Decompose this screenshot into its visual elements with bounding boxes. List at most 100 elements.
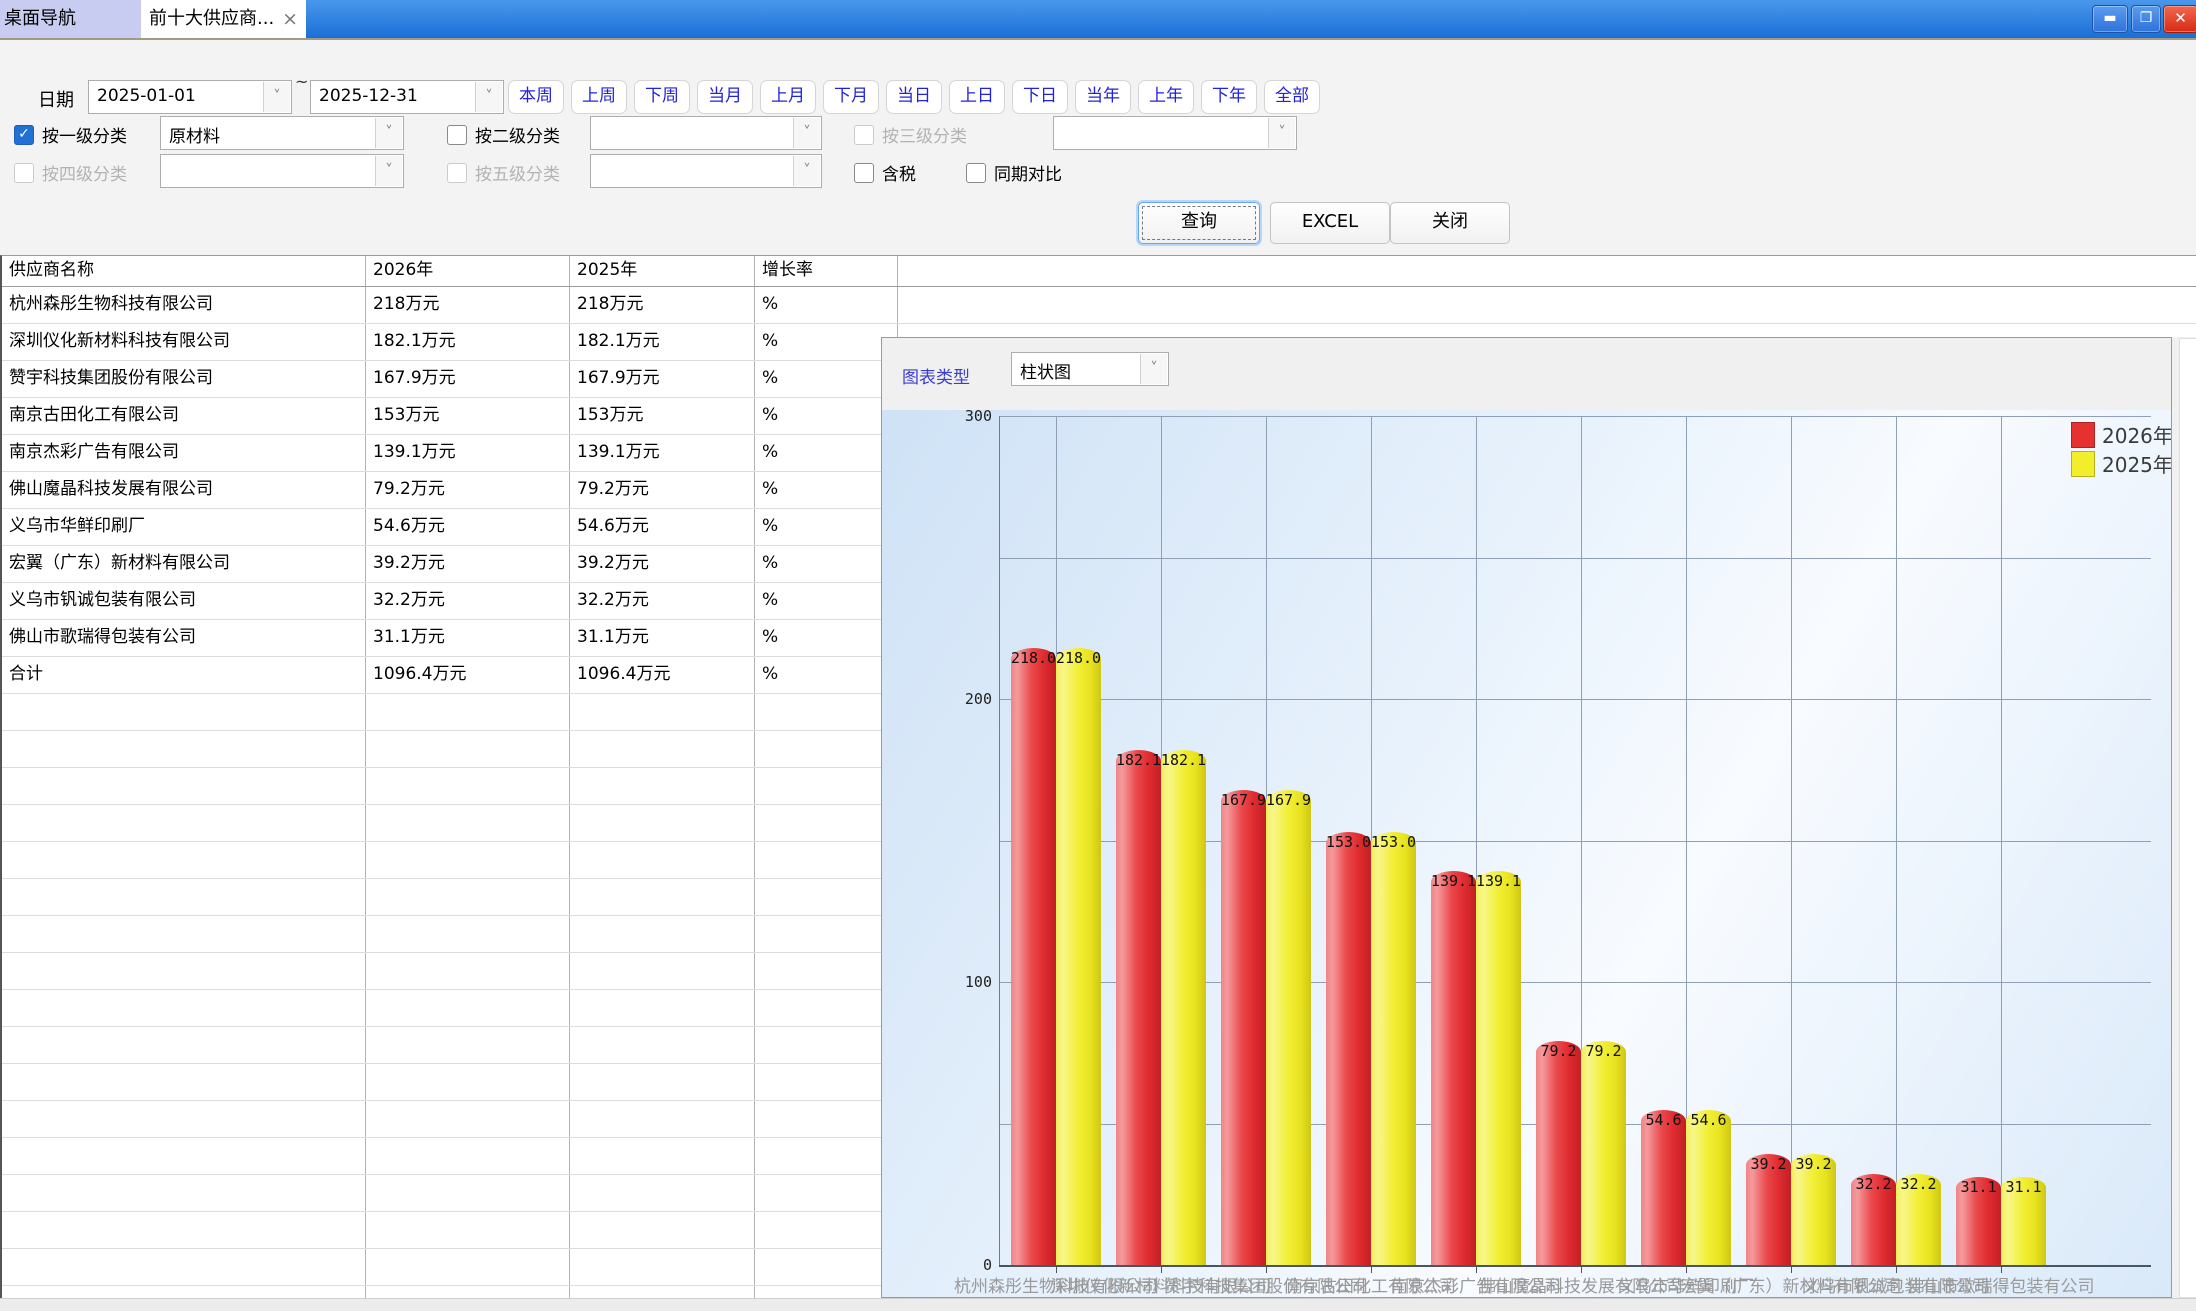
category-checkbox[interactable]: 按二级分类 [447, 122, 560, 147]
checkbox-icon[interactable] [447, 125, 467, 145]
date-from-select[interactable]: 2025-01-01 ˅ [88, 80, 292, 114]
bar-2026年 [1011, 648, 1056, 1265]
chart-type-label: 图表类型 [902, 363, 970, 388]
bar-2025年 [1476, 871, 1521, 1265]
compare-checkbox-label: 同期对比 [994, 160, 1062, 185]
col-header-supplier[interactable]: 供应商名称 [2, 256, 366, 286]
quick-range-button[interactable]: 下年 [1201, 80, 1257, 114]
date-label: 日期 [38, 86, 74, 112]
checkbox-icon[interactable] [854, 163, 874, 183]
category-select[interactable]: 原材料˅ [160, 116, 404, 150]
quick-range-button[interactable]: 本周 [508, 80, 564, 114]
quick-range-button[interactable]: 当日 [886, 80, 942, 114]
category-select[interactable]: ˅ [1053, 116, 1297, 150]
category-checkbox-label: 按三级分类 [882, 122, 967, 147]
table-cell [755, 916, 898, 952]
table-cell: 54.6万元 [570, 509, 755, 545]
close-report-button[interactable]: 关闭 [1390, 202, 1510, 244]
compare-checkbox[interactable]: 同期对比 [966, 160, 1062, 185]
bar-value-label: 31.1 [1992, 1178, 2056, 1196]
category-select[interactable]: ˅ [590, 154, 822, 188]
close-window-button[interactable]: ✕ [2163, 5, 2196, 33]
table-cell: 79.2万元 [366, 472, 570, 508]
chevron-down-icon[interactable]: ˅ [375, 156, 402, 186]
table-cell: 218万元 [366, 287, 570, 323]
checkbox-icon [854, 125, 874, 145]
vertical-scrollbar-thumb[interactable] [2179, 338, 2196, 1298]
query-button[interactable]: 查询 [1138, 202, 1260, 244]
col-header-2026[interactable]: 2026年 [366, 256, 570, 286]
y-axis-tick-label: 200 [922, 690, 992, 708]
col-header-2025[interactable]: 2025年 [570, 256, 755, 286]
tab-close-icon[interactable]: × [282, 0, 298, 38]
table-cell [2, 1027, 366, 1063]
table-cell: % [755, 361, 898, 397]
table-row[interactable]: 杭州森彤生物科技有限公司218万元218万元% [2, 287, 2196, 324]
table-cell: 153万元 [366, 398, 570, 434]
chevron-down-icon[interactable]: ˅ [793, 118, 820, 148]
tab-top-suppliers[interactable]: 前十大供应商... × [141, 0, 306, 38]
excel-export-button[interactable]: EXCEL [1270, 202, 1390, 244]
date-to-select[interactable]: 2025-12-31 ˅ [310, 80, 504, 114]
tax-checkbox[interactable]: 含税 [854, 160, 916, 185]
chart-type-select[interactable]: 柱状图 ˅ [1011, 352, 1169, 386]
chevron-down-icon[interactable]: ˅ [263, 82, 290, 112]
table-cell [755, 694, 898, 730]
table-cell [2, 990, 366, 1026]
table-cell: 79.2万元 [570, 472, 755, 508]
legend-label: 2026年 [2102, 420, 2171, 449]
quick-range-button[interactable]: 当年 [1075, 80, 1131, 114]
table-cell [570, 953, 755, 989]
title-bar: 桌面导航 前十大供应商... × ▬ ❐ ✕ [0, 0, 2196, 40]
table-cell: 义乌市钒诚包装有限公司 [2, 583, 366, 619]
vertical-scrollbar[interactable] [2172, 337, 2196, 1298]
quick-range-button[interactable]: 当月 [697, 80, 753, 114]
bar-value-label: 54.6 [1677, 1111, 1741, 1129]
table-cell: 167.9万元 [366, 361, 570, 397]
quick-range-button[interactable]: 下月 [823, 80, 879, 114]
category-checkbox: 按四级分类 [14, 160, 127, 185]
chevron-down-icon[interactable]: ˅ [475, 82, 502, 112]
table-cell: 139.1万元 [570, 435, 755, 471]
chevron-down-icon[interactable]: ˅ [375, 118, 402, 148]
chevron-down-icon[interactable]: ˅ [793, 156, 820, 186]
table-cell [570, 842, 755, 878]
quick-range-button[interactable]: 上年 [1138, 80, 1194, 114]
category-checkbox[interactable]: ✓按一级分类 [14, 122, 127, 147]
tab-desktop-nav[interactable]: 桌面导航 [0, 0, 145, 38]
category-checkbox: 按三级分类 [854, 122, 967, 147]
table-cell: 39.2万元 [570, 546, 755, 582]
minimize-button[interactable]: ▬ [2092, 5, 2128, 33]
quick-range-button[interactable]: 下日 [1012, 80, 1068, 114]
bar-value-label: 39.2 [1782, 1155, 1846, 1173]
legend-item: 2025年 [2071, 449, 2171, 478]
quick-range-button[interactable]: 上周 [571, 80, 627, 114]
maximize-button[interactable]: ❐ [2131, 5, 2161, 33]
checkbox-icon[interactable]: ✓ [14, 125, 34, 145]
table-cell: % [755, 657, 898, 693]
table-cell [570, 1212, 755, 1248]
table-cell [2, 1064, 366, 1100]
table-cell [366, 768, 570, 804]
date-range-tilde: ~ [295, 72, 308, 91]
table-cell: 义乌市华鲜印刷厂 [2, 509, 366, 545]
chevron-down-icon[interactable]: ˅ [1268, 118, 1295, 148]
horizontal-scrollbar[interactable] [0, 1298, 2196, 1311]
chevron-down-icon[interactable]: ˅ [1140, 354, 1167, 384]
quick-range-button[interactable]: 全部 [1264, 80, 1320, 114]
quick-range-button[interactable]: 上日 [949, 80, 1005, 114]
category-select-value [161, 155, 403, 160]
col-header-growth[interactable]: 增长率 [755, 256, 898, 286]
category-select[interactable]: ˅ [160, 154, 404, 188]
bar-2025年 [1371, 832, 1416, 1265]
bar-2026年 [1536, 1041, 1581, 1265]
y-axis-tick-label: 300 [922, 410, 992, 425]
table-cell: % [755, 583, 898, 619]
quick-range-button[interactable]: 下周 [634, 80, 690, 114]
table-cell [2, 731, 366, 767]
table-cell [2, 879, 366, 915]
category-select[interactable]: ˅ [590, 116, 822, 150]
h-gridline [999, 699, 2151, 700]
quick-range-button[interactable]: 上月 [760, 80, 816, 114]
checkbox-icon[interactable] [966, 163, 986, 183]
